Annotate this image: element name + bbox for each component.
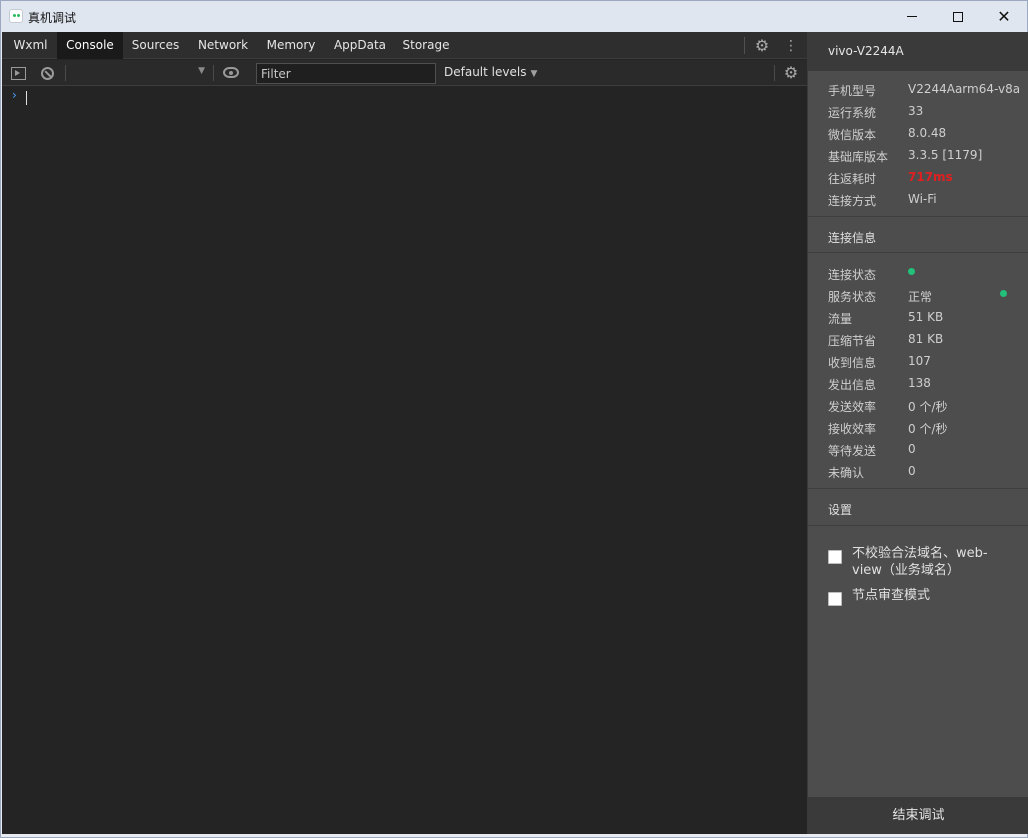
tab-storage[interactable]: Storage [398, 32, 454, 59]
title-bar[interactable]: 真机调试 ✕ [1, 1, 1027, 32]
tab-appdata[interactable]: AppData [329, 32, 391, 59]
skip-domain-check-checkbox[interactable] [828, 550, 842, 564]
skip-domain-check-label[interactable]: 不校验合法域名、web-view（业务域名） [852, 545, 1002, 579]
device-name: vivo-V2244A [828, 44, 904, 58]
conn-row-unconfirmed: 未确认 0 [828, 464, 916, 480]
filter-input[interactable] [256, 63, 436, 84]
dropdown-arrow-icon: ▼ [198, 66, 205, 76]
section-divider [808, 525, 1028, 526]
log-levels-dropdown[interactable]: Default levels ▼ [444, 65, 537, 81]
settings-section-title: 设置 [828, 503, 853, 517]
console-prompt-icon: › [12, 88, 17, 102]
conn-row-sent: 发出信息 138 [828, 376, 931, 392]
maximize-button[interactable] [935, 1, 981, 32]
conn-row-traffic: 流量 51 KB [828, 310, 944, 326]
gear-icon[interactable]: ⚙ [753, 37, 771, 55]
tab-console[interactable]: Console [57, 32, 123, 59]
close-icon: ✕ [997, 7, 1011, 26]
conn-row-compress: 压缩节省 81 KB [828, 332, 944, 348]
sidebar-toggle-icon[interactable] [11, 67, 26, 80]
section-divider [808, 216, 1028, 217]
conn-row-received: 收到信息 107 [828, 354, 931, 370]
info-row-os: 运行系统 33 [828, 104, 924, 120]
info-row-wechat-version: 微信版本 8.0.48 [828, 126, 947, 142]
stop-debug-button[interactable]: 结束调试 [808, 797, 1028, 834]
node-inspect-label[interactable]: 节点审查模式 [852, 587, 1002, 604]
close-button[interactable]: ✕ [981, 1, 1027, 32]
service-status-dot-icon [1000, 290, 1007, 297]
maximize-icon [953, 11, 963, 22]
live-expression-eye-icon[interactable] [223, 67, 239, 78]
console-output[interactable]: › [2, 87, 807, 834]
conn-row-service: 服务状态 正常 [828, 290, 933, 304]
log-levels-label: Default levels [444, 65, 527, 79]
console-input-caret[interactable] [26, 91, 27, 105]
chevron-down-icon: ▼ [530, 69, 538, 79]
connection-status-dot-icon [908, 268, 915, 275]
tab-divider [744, 37, 745, 54]
section-divider [808, 252, 1028, 253]
info-row-base-lib: 基础库版本 3.3.5 [1179] [828, 148, 983, 164]
tab-wxml[interactable]: Wxml [5, 32, 56, 59]
conn-row-send-rate: 发送效率 0 个/秒 [828, 400, 948, 414]
toolbar-divider [774, 65, 775, 81]
console-toolbar: ▼ Default levels▼ ⚙ [2, 60, 807, 86]
remote-debug-panel: vivo-V2244A 手机型号 V2244Aarm64-v8a 运行系统 33 微… [807, 32, 1028, 834]
info-row-latency: 往返耗时 717ms [828, 170, 953, 186]
wechat-app-icon [9, 9, 23, 23]
window-title: 真机调试 [28, 11, 77, 25]
conn-row-status: 连接状态 [828, 268, 877, 282]
more-vertical-icon[interactable]: ⋮ [783, 37, 799, 55]
info-row-model: 手机型号 V2244Aarm64-v8a [828, 82, 1021, 98]
connection-section-title: 连接信息 [828, 231, 877, 245]
clear-console-icon[interactable] [41, 67, 54, 80]
devtools-tabbar: Wxml Console Sources Network Memory AppD… [2, 32, 807, 59]
devtools-pane: Wxml Console Sources Network Memory AppD… [2, 32, 807, 834]
console-settings-gear-icon[interactable]: ⚙ [782, 64, 800, 82]
info-row-connection-type: 连接方式 Wi-Fi [828, 192, 937, 208]
node-inspect-checkbox[interactable] [828, 592, 842, 606]
section-divider [808, 488, 1028, 489]
minimize-icon [907, 16, 917, 17]
window-frame: 真机调试 ✕ Wxml Console Sources Network Memo… [0, 0, 1028, 838]
tab-sources[interactable]: Sources [125, 32, 186, 59]
conn-row-pending: 等待发送 0 [828, 442, 916, 458]
panel-header: vivo-V2244A [808, 32, 1028, 71]
minimize-button[interactable] [889, 1, 935, 32]
toolbar-divider [65, 65, 66, 81]
tab-memory[interactable]: Memory [260, 32, 322, 59]
toolbar-divider [213, 65, 214, 81]
tab-network[interactable]: Network [190, 32, 256, 59]
conn-row-recv-rate: 接收效率 0 个/秒 [828, 422, 948, 436]
context-select[interactable]: ▼ [69, 64, 209, 82]
